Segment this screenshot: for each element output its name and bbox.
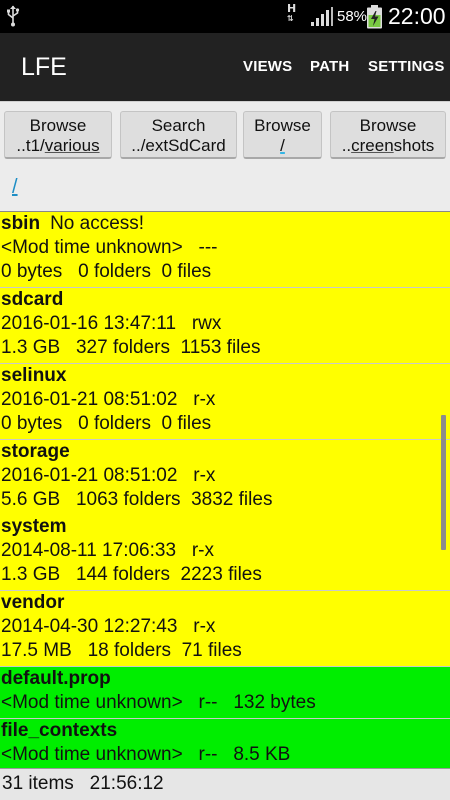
item-name: file_contexts xyxy=(1,720,118,741)
list-item[interactable]: sbin No access! <Mod time unknown> --- 0 … xyxy=(0,212,450,288)
item-name: sbin xyxy=(1,213,41,234)
list-item[interactable]: vendor 2014-04-30 12:27:43 r-x 17.5 MB 1… xyxy=(0,591,450,667)
footer-time: 21:56:12 xyxy=(89,773,164,794)
signal-strength-icon xyxy=(311,7,333,26)
item-count: 31 items xyxy=(2,773,74,794)
list-scrollbar[interactable] xyxy=(441,415,446,550)
button-label-top: Browse xyxy=(254,116,311,135)
battery-charging-icon xyxy=(367,5,382,29)
current-path-link[interactable]: / xyxy=(12,176,18,199)
network-type-icon: H ⇅ xyxy=(287,2,297,23)
item-details: 2016-01-16 13:47:11 rwx xyxy=(1,313,222,334)
item-summary: 0 bytes 0 folders 0 files xyxy=(1,261,212,282)
item-name: vendor xyxy=(1,592,65,613)
menu-settings[interactable]: SETTINGS xyxy=(368,58,445,75)
shortcut-button-row: Browse ..t1/various Search ../extSdCard … xyxy=(0,101,450,166)
browse-various-button[interactable]: Browse ..t1/various xyxy=(4,111,112,159)
button-label-top: Browse xyxy=(29,116,87,135)
status-clock: 22:00 xyxy=(388,3,446,29)
button-label-top: Search xyxy=(151,116,206,135)
button-label-path: ..t1/ xyxy=(16,136,45,155)
button-label-path-underlined: various xyxy=(44,136,100,155)
item-summary: 0 bytes 0 folders 0 files xyxy=(1,413,212,434)
item-details: <Mod time unknown> r-- 8.5 KB xyxy=(1,744,291,765)
bottom-status-bar: 31 items 21:56:12 xyxy=(0,768,450,800)
button-label-path-underlined: creen xyxy=(351,136,394,155)
button-label-path-suffix: shots xyxy=(393,136,435,155)
list-item[interactable]: selinux 2016-01-21 08:51:02 r-x 0 bytes … xyxy=(0,364,450,440)
menu-path[interactable]: PATH xyxy=(310,58,349,75)
button-label-path: .. xyxy=(341,136,352,155)
browse-root-button[interactable]: Browse / xyxy=(243,111,322,159)
item-name: storage xyxy=(1,441,70,462)
item-details: 2016-01-21 08:51:02 r-x xyxy=(1,389,216,410)
button-label-path: ../extSdCard xyxy=(131,136,226,155)
path-bar: / xyxy=(0,166,450,211)
list-item[interactable]: default.prop <Mod time unknown> r-- 132 … xyxy=(0,667,450,719)
item-details: 2014-04-30 12:27:43 r-x xyxy=(1,616,216,637)
item-summary: 17.5 MB 18 folders 71 files xyxy=(1,640,242,661)
button-label-path-underlined: / xyxy=(280,136,285,155)
menu-views[interactable]: VIEWS xyxy=(243,58,292,75)
item-details: <Mod time unknown> --- xyxy=(1,237,218,258)
item-name: default.prop xyxy=(1,668,111,689)
status-bar: H ⇅ 58% 22:00 xyxy=(0,0,450,33)
item-name: selinux xyxy=(1,365,67,386)
battery-percent: 58% xyxy=(337,8,368,25)
item-name: sdcard xyxy=(1,289,64,310)
list-item[interactable]: system 2014-08-11 17:06:33 r-x 1.3 GB 14… xyxy=(0,515,450,591)
list-item[interactable]: sdcard 2016-01-16 13:47:11 rwx 1.3 GB 32… xyxy=(0,288,450,364)
list-item[interactable]: storage 2016-01-21 08:51:02 r-x 5.6 GB 1… xyxy=(0,440,450,516)
item-details: 2014-08-11 17:06:33 r-x xyxy=(1,540,215,561)
file-list[interactable]: sbin No access! <Mod time unknown> --- 0 … xyxy=(0,211,450,768)
usb-icon xyxy=(7,5,20,27)
item-name: system xyxy=(1,516,67,537)
app-title: LFE xyxy=(21,53,67,81)
item-summary: 5.6 GB 1063 folders 3832 files xyxy=(1,489,273,510)
item-details: 2016-01-21 08:51:02 r-x xyxy=(1,465,216,486)
list-item[interactable]: file_contexts <Mod time unknown> r-- 8.5… xyxy=(0,719,450,768)
item-summary: 1.3 GB 327 folders 1153 files xyxy=(1,337,261,358)
button-label-top: Browse xyxy=(359,116,417,135)
search-extsdcard-button[interactable]: Search ../extSdCard xyxy=(120,111,237,159)
item-note: No access! xyxy=(50,213,145,234)
item-summary: 1.3 GB 144 folders 2223 files xyxy=(1,564,262,585)
browse-screenshots-button[interactable]: Browse ..creenshots xyxy=(330,111,446,159)
item-details: <Mod time unknown> r-- 132 bytes xyxy=(1,692,316,713)
action-bar: LFE VIEWS PATH SETTINGS xyxy=(0,33,450,101)
